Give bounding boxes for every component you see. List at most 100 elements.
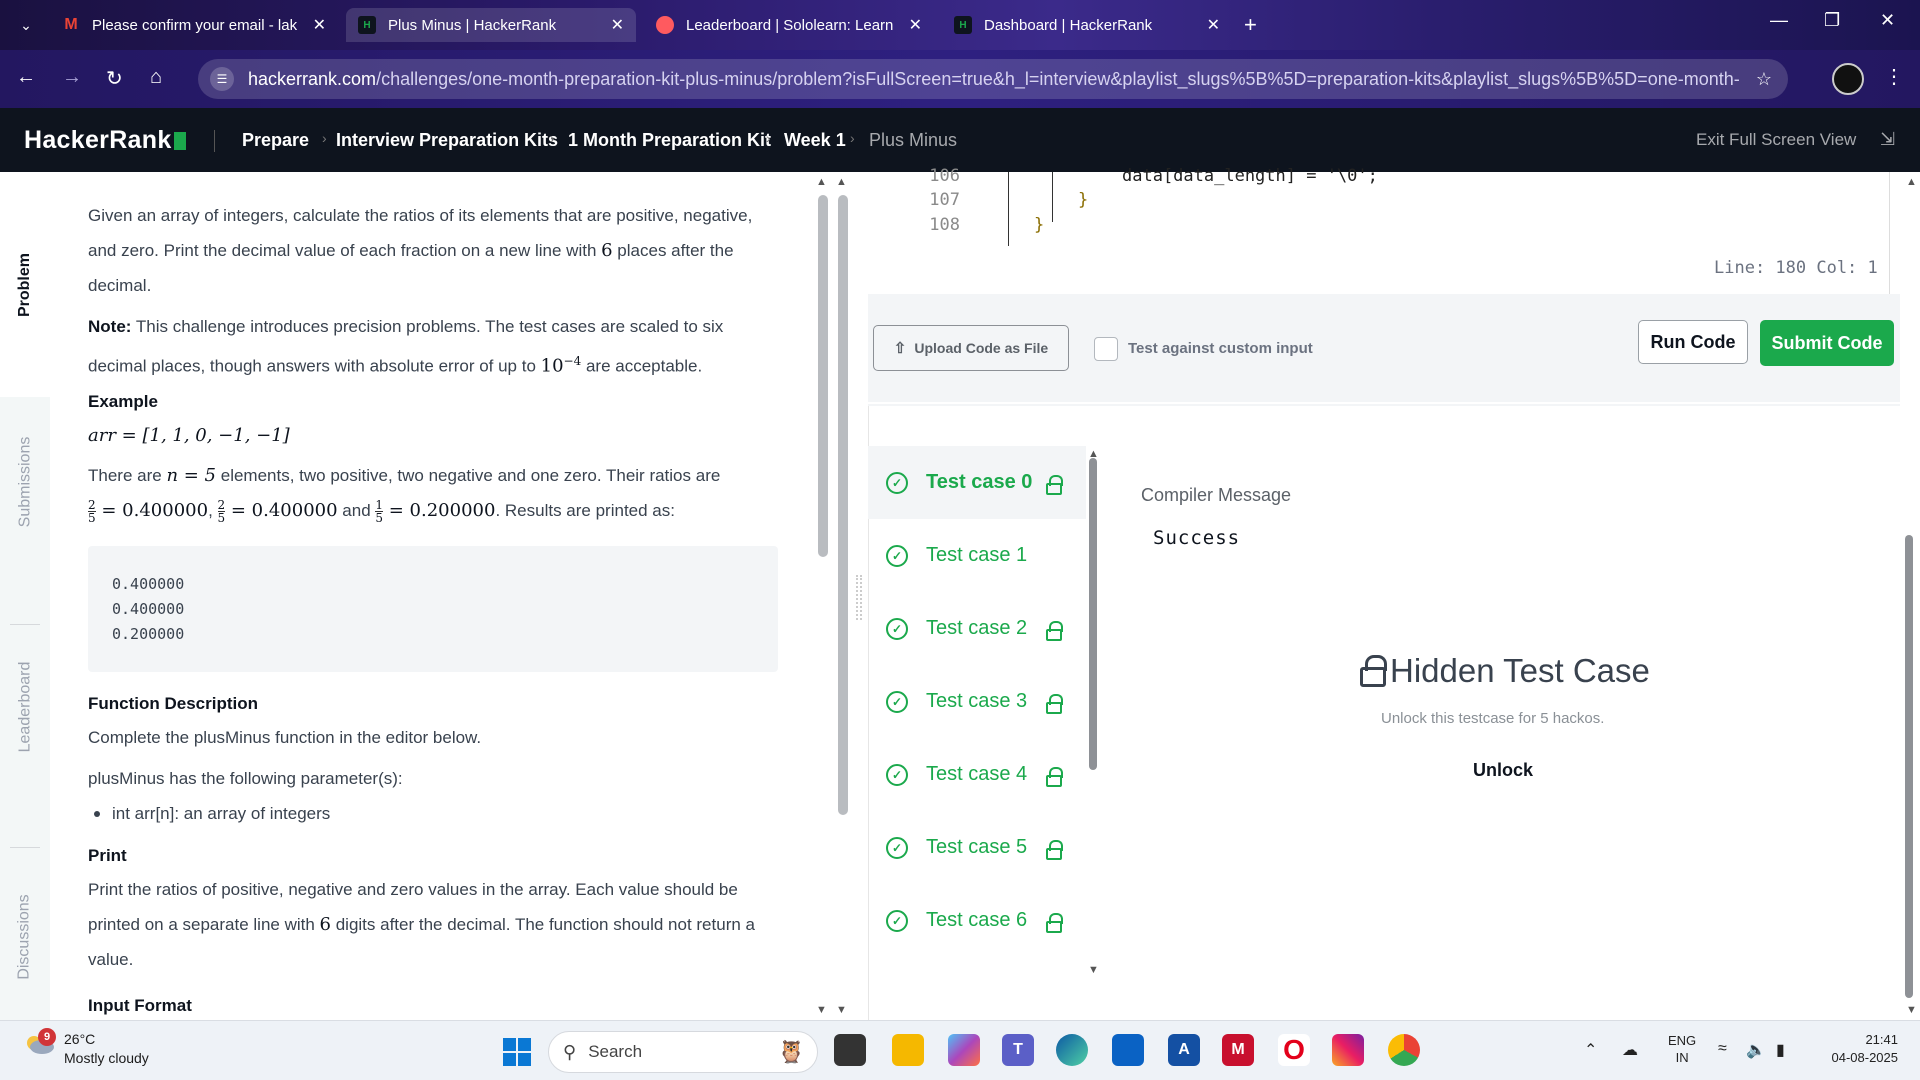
custom-input-label[interactable]: Test against custom input [1128,340,1313,357]
volume-icon[interactable]: 🔈 [1746,1040,1766,1060]
submit-code-button[interactable]: Submit Code [1760,320,1894,366]
breadcrumb-interview-kits[interactable]: Interview Preparation Kits [336,130,558,151]
close-tab-icon[interactable]: ✕ [313,15,326,35]
tab-search-button[interactable]: ⌄ [12,12,40,38]
collapse-icon[interactable]: ⇲ [1880,129,1895,150]
panel-resize-handle[interactable] [856,575,862,620]
edge-icon[interactable] [1056,1034,1088,1066]
line-number: 107 [929,190,960,210]
custom-input-checkbox[interactable] [1094,337,1118,361]
close-tab-icon[interactable]: ✕ [909,15,922,35]
problem-statement: Given an array of integers, calculate th… [50,172,820,1020]
function-description-heading: Function Description [88,694,258,713]
tab-discussions[interactable]: Discussions [0,872,50,1002]
home-button[interactable]: ⌂ [150,66,162,89]
new-tab-button[interactable]: + [1244,12,1257,38]
close-tab-icon[interactable]: ✕ [1207,15,1220,35]
taskbar-search[interactable]: ⚲ Search 🦉 [548,1031,818,1073]
weather-description[interactable]: Mostly cloudy [64,1050,149,1066]
vpn-icon[interactable]: A [1168,1034,1200,1066]
unlock-button[interactable]: Unlock [1473,760,1533,781]
test-case-5[interactable]: ✓ Test case 5 [868,811,1086,884]
upload-code-button[interactable]: ⇧ Upload Code as File [873,325,1069,371]
test-case-6[interactable]: ✓ Test case 6 [868,884,1086,957]
onedrive-icon[interactable]: ☁ [1622,1040,1638,1060]
battery-icon[interactable]: ▮ [1776,1040,1785,1060]
scroll-up-icon[interactable]: ▲ [1906,176,1917,188]
intro-line-1: Given an array of integers, calculate th… [88,206,753,225]
opera-icon[interactable]: O [1278,1034,1310,1066]
mcafee-icon[interactable]: M [1222,1034,1254,1066]
scroll-down-icon[interactable]: ▼ [836,1004,847,1016]
breadcrumb-prepare[interactable]: Prepare [242,130,309,151]
system-clock[interactable]: 21:41 04-08-2025 [1818,1031,1899,1067]
hackerrank-header: HackerRank Prepare › Interview Preparati… [0,108,1920,172]
tab-leaderboard[interactable]: Leaderboard [0,642,50,772]
instagram-icon[interactable] [1332,1034,1364,1066]
exit-full-screen-link[interactable]: Exit Full Screen View [1696,130,1856,150]
test-case-2[interactable]: ✓ Test case 2 [868,592,1086,665]
back-button[interactable]: ← [16,66,36,89]
chrome-icon[interactable] [1388,1034,1420,1066]
file-explorer-icon[interactable] [892,1034,924,1066]
browser-tab-gmail[interactable]: M Please confirm your email - lak ✕ [50,8,338,42]
scroll-up-icon[interactable]: ▲ [816,176,827,188]
lock-icon [1046,475,1063,495]
notification-badge: 9 [38,1028,56,1046]
show-hidden-icons[interactable]: ⌃ [1584,1040,1597,1060]
bookmark-star-icon[interactable]: ☆ [1756,69,1772,90]
temperature[interactable]: 26°C [64,1031,95,1047]
hackerrank-logo[interactable]: HackerRank [24,126,186,155]
teams-icon[interactable]: T [1002,1034,1034,1066]
browser-tab-dashboard[interactable]: H Dashboard | HackerRank ✕ [942,8,1232,42]
close-window-button[interactable]: ✕ [1880,10,1895,31]
scroll-down-icon[interactable]: ▼ [1088,964,1099,976]
compiler-message-label: Compiler Message [1141,485,1292,505]
panel-scrollbar[interactable] [838,195,848,815]
example-array: arr = [1, 1, 0, −1, −1] [88,425,290,446]
store-icon[interactable] [1112,1034,1144,1066]
profile-avatar[interactable] [1832,63,1864,95]
scroll-down-icon[interactable]: ▼ [816,1004,827,1016]
scroll-up-icon[interactable]: ▲ [836,176,847,188]
test-case-0[interactable]: ✓ Test case 0 [868,446,1086,519]
upload-icon: ⇧ [893,340,907,357]
search-icon: ⚲ [563,1041,577,1062]
tab-problem[interactable]: Problem [0,172,50,397]
restore-button[interactable]: ❐ [1824,10,1840,31]
unlock-hint: Unlock this testcase for 5 hackos. [1381,710,1605,727]
language-indicator[interactable]: ENG IN [1668,1032,1696,1066]
minimize-button[interactable]: — [1770,10,1788,31]
breadcrumb-current: Plus Minus [869,130,958,150]
wifi-icon[interactable]: ≈ [1718,1040,1727,1058]
copilot-icon[interactable] [948,1034,980,1066]
check-icon: ✓ [886,763,908,786]
check-icon: ✓ [886,909,908,932]
check-icon: ✓ [886,544,908,567]
run-code-button[interactable]: Run Code [1638,320,1748,364]
close-tab-icon[interactable]: ✕ [611,15,624,35]
forward-button[interactable]: → [62,66,82,89]
breadcrumb-week[interactable]: Week 1 [784,130,846,151]
reload-button[interactable]: ↻ [106,66,123,91]
test-case-3[interactable]: ✓ Test case 3 [868,665,1086,738]
windows-start-icon[interactable] [503,1038,531,1066]
browser-tab-sololearn[interactable]: Leaderboard | Sololearn: Learn ✕ [644,8,934,42]
site-info-icon[interactable]: ☰ [210,67,234,91]
problem-scrollbar[interactable] [818,195,828,557]
page-scrollbar[interactable] [1905,535,1913,998]
tab-submissions[interactable]: Submissions [0,417,50,547]
browser-tab-plus-minus[interactable]: H Plus Minus | HackerRank ✕ [346,8,636,42]
test-case-scrollbar[interactable] [1089,458,1097,770]
sololearn-icon [656,16,674,34]
test-case-1[interactable]: ✓ Test case 1 [868,519,1086,592]
code-line: } [1034,215,1045,235]
test-case-4[interactable]: ✓ Test case 4 [868,738,1086,811]
address-bar[interactable]: ☰ hackerrank.com /challenges/one-month-p… [198,59,1788,99]
scroll-down-icon[interactable]: ▼ [1906,1004,1917,1016]
browser-menu-icon[interactable]: ⋮ [1884,64,1904,89]
line-number: 106 [929,166,960,186]
input-format-heading: Input Format [88,996,192,1015]
breadcrumb-month-kit[interactable]: 1 Month Preparation Kit [568,130,771,151]
task-view-icon[interactable] [834,1034,866,1066]
